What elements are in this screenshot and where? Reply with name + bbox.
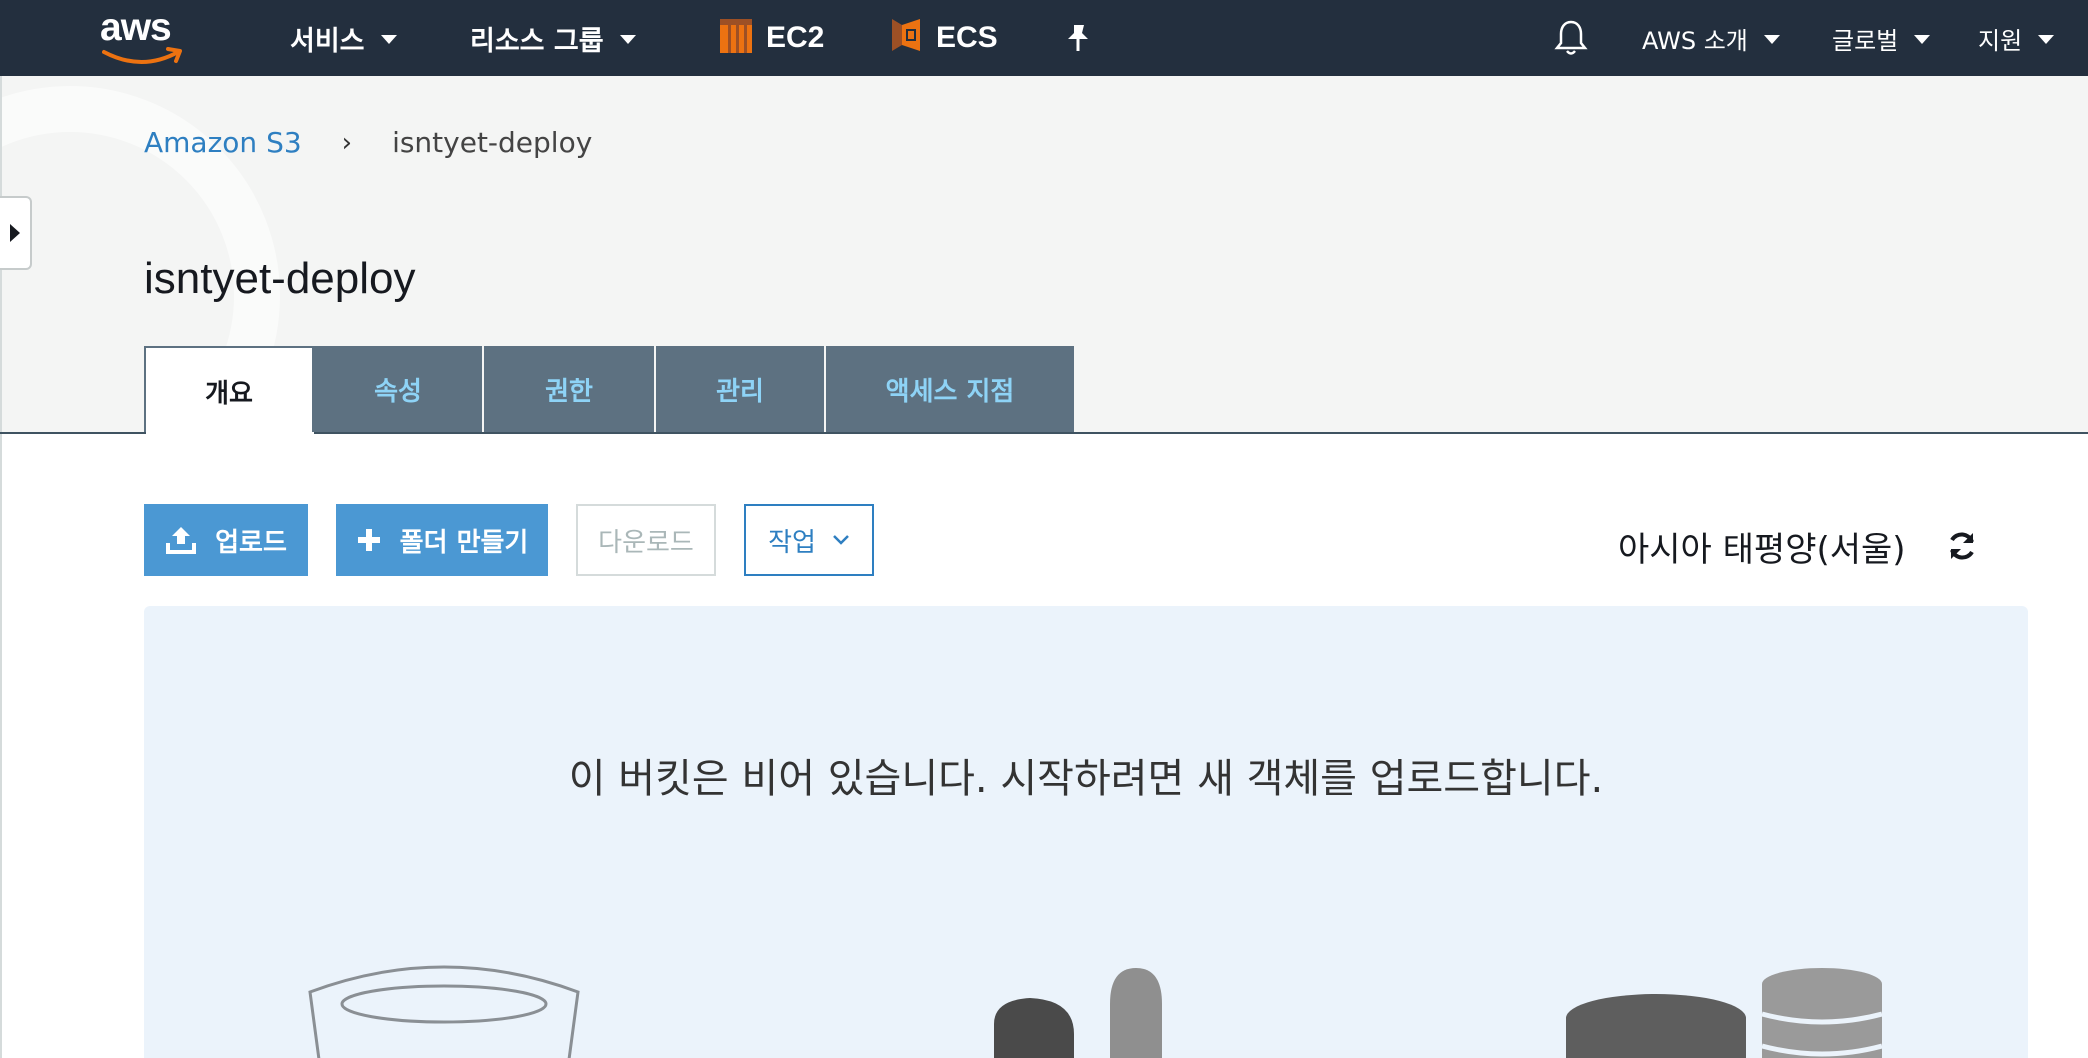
breadcrumb-current: isntyet-deploy (392, 126, 593, 159)
breadcrumb: Amazon S3 › isntyet-deploy (144, 126, 592, 159)
people-illustration (994, 968, 1162, 1058)
tab-management[interactable]: 관리 (656, 346, 826, 432)
chevron-down-icon (832, 534, 850, 546)
aws-logo-text: aws (100, 6, 172, 49)
pushpin-button[interactable] (1064, 0, 1092, 76)
plus-icon (356, 527, 382, 553)
ec2-icon (718, 15, 754, 62)
account-label: AWS 소개 (1642, 26, 1748, 55)
resource-groups-menu[interactable]: 리소스 그룹 (470, 0, 636, 76)
tab-label: 관리 (716, 376, 764, 407)
empty-bucket-panel: 이 버킷은 비어 있습니다. 시작하려면 새 객체를 업로드합니다. (144, 606, 2028, 1058)
support-menu[interactable]: 지원 (1978, 0, 2055, 76)
upload-button[interactable]: 업로드 (144, 504, 308, 576)
resource-groups-label: 리소스 그룹 (470, 25, 604, 57)
bucket-illustration (308, 965, 580, 1058)
upload-icon (165, 525, 197, 555)
services-menu[interactable]: 서비스 (290, 0, 397, 76)
ecs-label: ECS (936, 21, 998, 54)
actions-dropdown[interactable]: 작업 (744, 504, 874, 576)
tab-permissions[interactable]: 권한 (484, 346, 656, 432)
region-menu[interactable]: 글로벌 (1832, 0, 1931, 76)
aws-smile-icon (102, 47, 182, 64)
upload-label: 업로드 (215, 527, 287, 558)
ecs-icon (888, 15, 924, 62)
caret-right-icon (10, 224, 20, 242)
create-folder-label: 폴더 만들기 (399, 527, 529, 558)
tab-label: 액세스 지점 (885, 376, 1015, 407)
services-label: 서비스 (290, 25, 365, 57)
pushpin-icon (1068, 25, 1088, 51)
tab-label: 개요 (205, 378, 253, 409)
chevron-down-icon (1763, 34, 1780, 44)
empty-bucket-message: 이 버킷은 비어 있습니다. 시작하려면 새 객체를 업로드합니다. (568, 756, 1604, 802)
tab-overview[interactable]: 개요 (144, 346, 314, 434)
breadcrumb-root-link[interactable]: Amazon S3 (144, 126, 302, 159)
support-label: 지원 (1978, 26, 2023, 55)
aws-logo[interactable]: aws (100, 6, 186, 68)
page-title: isntyet-deploy (144, 254, 416, 303)
download-label: 다운로드 (598, 527, 694, 558)
create-folder-button[interactable]: 폴더 만들기 (336, 504, 548, 576)
download-button[interactable]: 다운로드 (576, 504, 716, 576)
ec2-label: EC2 (766, 21, 825, 54)
global-region-label: 글로벌 (1832, 26, 1899, 55)
breadcrumb-separator: › (341, 127, 353, 158)
tab-access-points[interactable]: 액세스 지점 (826, 346, 1074, 432)
bucket-region-label: 아시아 태평양(서울) (1618, 530, 1906, 570)
chevron-down-icon (1914, 34, 1931, 44)
active-tab-gap (146, 432, 314, 434)
notifications-button[interactable] (1554, 0, 1588, 76)
pinned-service-ec2[interactable]: EC2 (718, 0, 824, 76)
actions-label: 작업 (768, 527, 816, 558)
account-menu[interactable]: AWS 소개 (1642, 0, 1780, 76)
refresh-icon[interactable] (1946, 530, 1978, 562)
chevron-down-icon (619, 34, 636, 44)
pinned-service-ecs[interactable]: ECS (888, 0, 998, 76)
chevron-down-icon (2038, 34, 2055, 44)
tab-bar: 개요 속성 권한 관리 액세스 지점 (144, 346, 1074, 434)
top-navigation-bar: aws 서비스 리소스 그룹 EC2 ECS AWS 소개 글로벌 지원 (0, 0, 2088, 76)
side-panel-toggle[interactable] (0, 196, 32, 270)
bell-icon (1554, 20, 1588, 55)
tab-properties[interactable]: 속성 (314, 346, 484, 432)
tab-label: 권한 (545, 376, 593, 407)
chevron-down-icon (380, 34, 397, 44)
database-illustration (1566, 968, 1882, 1058)
tab-label: 속성 (374, 376, 422, 407)
